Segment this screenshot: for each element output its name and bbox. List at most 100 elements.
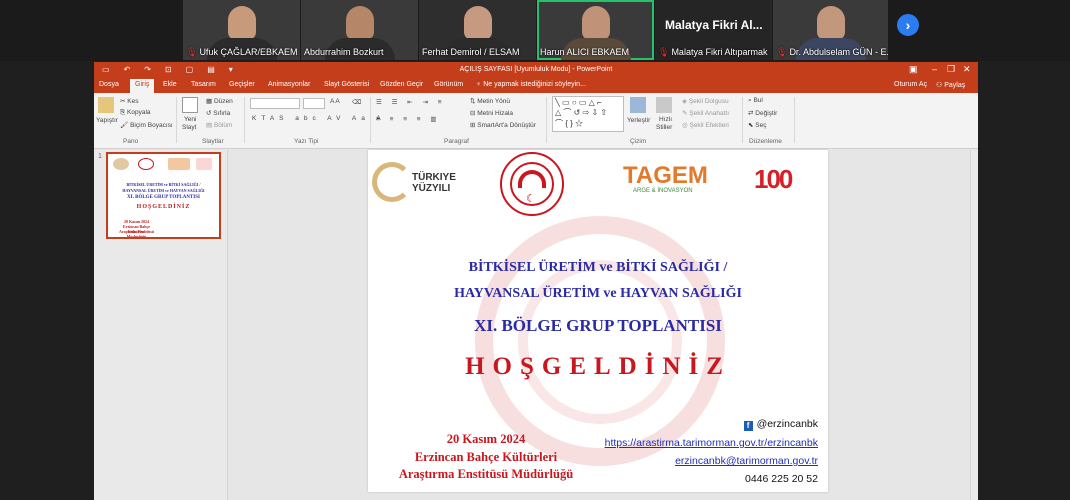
layout-button[interactable]: ▦ Düzen — [206, 97, 233, 105]
shape-fill-button[interactable]: ◈ Şekil Dolgusu — [682, 97, 729, 105]
select-button[interactable]: ⬉ Seç — [748, 121, 766, 129]
person-icon: ⚇ — [936, 82, 945, 89]
welcome-heading: HOŞGELDİNİZ — [465, 353, 731, 380]
tab-dosya[interactable]: Dosya — [99, 81, 119, 88]
share-button[interactable]: ⚇ Paylaş — [936, 81, 965, 89]
quick-styles-button[interactable] — [656, 97, 674, 113]
format-painter-button[interactable]: 🖌 Biçim Boyacısı — [120, 121, 173, 129]
list-icons[interactable]: ☰ ☰ ⇤ ⇥ ≡ — [376, 98, 446, 106]
email-link[interactable]: erzincanbk@tarimorman.gov.tr — [675, 455, 818, 467]
shape-effects-button[interactable]: ◎ Şekil Efektleri — [682, 121, 729, 129]
group-label-duzenleme: Düzenleme — [749, 138, 782, 145]
participant-name: Abdurrahim Bozkurt — [304, 47, 384, 57]
group-label-paragraf: Paragraf — [444, 138, 469, 145]
participant-video — [227, 6, 256, 40]
restore-icon[interactable]: ❐ — [947, 64, 955, 75]
slide-canvas[interactable]: TÜRKIYE YÜZYILI ☾ TAGEM ARGE & İNOVASYON — [368, 150, 828, 492]
tab-slayt-gosterisi[interactable]: Slayt Gösterisi — [324, 81, 369, 88]
clipboard-icon — [98, 97, 114, 113]
layout-icon: ▦ — [206, 98, 214, 105]
logo-icon — [113, 158, 129, 170]
find-button[interactable]: ⌕ Bul — [748, 97, 763, 105]
centennial-logo: 100 — [754, 164, 793, 194]
replace-button[interactable]: ⇄ Değiştir — [748, 109, 777, 117]
thumbnail-number: 1 — [98, 153, 102, 160]
participant-tile[interactable]: Abdurrahim Bozkurt — [301, 0, 418, 60]
shape-outline-button[interactable]: ✎ Şekil Anahattı — [682, 109, 729, 117]
new-slide-button[interactable] — [182, 97, 200, 113]
sign-in-link[interactable]: Oturum Aç — [894, 81, 927, 88]
tab-giris[interactable]: Giriş — [130, 79, 155, 93]
copy-icon: ⎘ — [120, 109, 128, 116]
quick-styles-icon — [656, 97, 672, 113]
date-text: 20 Kasım 2024 — [446, 432, 526, 446]
minimize-icon[interactable]: – — [932, 64, 937, 74]
participant-tile-active-speaker[interactable]: Harun ALICI EBKAEM — [537, 0, 654, 60]
section-button[interactable]: ▤ Bölüm — [206, 121, 232, 129]
smartart-button[interactable]: ⊞ SmartArt'a Dönüştür — [470, 121, 536, 129]
logo-bar: TÜRKIYE YÜZYILI ☾ TAGEM ARGE & İNOVASYON — [368, 150, 828, 216]
tab-animasyonlar[interactable]: Animasyonlar — [268, 81, 310, 88]
tab-ekle[interactable]: Ekle — [163, 81, 177, 88]
participant-tile[interactable]: 🎙 Ufuk ÇAĞLAR/EBKAEM — [183, 0, 300, 60]
tab-gorunum[interactable]: Görünüm — [434, 81, 463, 88]
tab-gozden-gecir[interactable]: Gözden Geçir — [380, 81, 423, 88]
vertical-scrollbar[interactable] — [970, 150, 978, 500]
powerpoint-window: ▭ ↶ ↷ ⊡ ▢ ▤ ▾ AÇILIŞ SAYFASI [Uyumluluk … — [94, 62, 978, 500]
turkiye-yuzyili-logo: TÜRKIYE YÜZYILI — [372, 162, 460, 204]
group-label-cizim: Çizim — [630, 138, 647, 145]
tagem-logo-icon — [168, 158, 190, 170]
font-name-dropdown[interactable] — [250, 98, 300, 109]
copy-button[interactable]: ⎘ Kopyala — [120, 109, 151, 117]
next-participants-button[interactable]: › — [897, 14, 919, 36]
phone-number: 0446 225 20 52 — [745, 473, 818, 485]
ribbon: Yapıştır ✂ Kes ⎘ Kopyala 🖌 Biçim Boyacıs… — [94, 93, 978, 149]
website-link[interactable]: https://arastirma.tarimorman.gov.tr/erzi… — [605, 437, 818, 449]
tab-tasarim[interactable]: Tasarım — [191, 81, 216, 88]
text-direction-button[interactable]: ⇅ Metin Yönü — [470, 97, 510, 105]
institute-line-2: Araştırma Enstitüsü Müdürlüğü — [398, 467, 574, 481]
participant-tile[interactable]: 🎙 Dr. Abdulselam GÜN - E... — [773, 0, 888, 60]
meeting-screen: 🎙 Ufuk ÇAĞLAR/EBKAEM Abdurrahim Bozkurt F… — [0, 0, 1070, 500]
close-icon[interactable]: ✕ — [963, 64, 971, 75]
mic-muted-icon: 🎙 — [658, 46, 670, 57]
cut-button[interactable]: ✂ Kes — [120, 97, 138, 105]
slide-thumbnail[interactable]: BİTKİSEL ÜRETİM ve BİTKİ SAĞLIĞI / HAYVA… — [106, 152, 221, 239]
group-label-yazi-tipi: Yazı Tipi — [294, 138, 319, 145]
font-size-icons[interactable]: A A — [330, 98, 340, 105]
participant-video — [345, 6, 374, 40]
font-format-icons[interactable]: KTAS abc AV Aa A — [252, 115, 386, 122]
mic-muted-icon: 🎙 — [186, 46, 198, 57]
brush-icon: 🖌 — [120, 122, 131, 129]
group-label-slaytlar: Slaytlar — [202, 138, 224, 145]
ribbon-options-icon[interactable]: ▣ — [909, 64, 918, 75]
arrange-icon — [630, 97, 646, 113]
title-line-2: HAYVANSAL ÜRETİM ve HAYVAN SAĞLIĞI — [454, 286, 742, 301]
tab-gecisler[interactable]: Geçişler — [229, 81, 255, 88]
tell-me-box[interactable]: ♀ Ne yapmak istediğinizi söyleyin... — [476, 81, 586, 88]
shapes-gallery[interactable]: ╲ ▭ ○ ▭ △ ⌐ △ ⌒ ↺ ⇨ ⇩ ⇧ ⌒ { } ☆ — [552, 96, 624, 132]
social-handle: f @erzincanbk — [743, 418, 818, 431]
paste-button[interactable] — [98, 97, 116, 113]
participant-video — [463, 6, 492, 40]
centennial-logo-icon — [196, 158, 212, 170]
align-text-button[interactable]: ⊟ Metni Hizala — [470, 109, 513, 117]
paste-label: Yapıştır — [96, 117, 118, 124]
chevron-right-icon: › — [905, 17, 911, 33]
participant-name: Malatya Fikri Altıparmak — [671, 47, 768, 57]
participant-tile[interactable]: Ferhat Demirol / ELSAM — [419, 0, 536, 60]
align-icons[interactable]: ≡ ≡ ≡ ≡ ▥ — [376, 115, 441, 123]
ribbon-tabs: Dosya Giriş Ekle Tasarım Geçişler Animas… — [94, 78, 978, 93]
reset-button[interactable]: ↺ Sıfırla — [206, 109, 230, 117]
slide-thumbnail-pane: 1 BİTKİSEL ÜRETİM ve BİTKİ SAĞLIĞI / HAY… — [94, 150, 228, 500]
group-label-pano: Pano — [123, 138, 139, 145]
participant-name: Harun ALICI EBKAEM — [540, 47, 630, 57]
participant-tile[interactable]: Malatya Fikri Al... 🎙 Malatya Fikri Altıp… — [655, 0, 772, 60]
title-bar: ▭ ↶ ↷ ⊡ ▢ ▤ ▾ AÇILIŞ SAYFASI [Uyumluluk … — [94, 62, 978, 78]
arrange-button[interactable] — [630, 97, 648, 113]
font-size-dropdown[interactable] — [303, 98, 325, 109]
institute-line-1: Erzincan Bahçe Kültürleri — [414, 450, 558, 464]
participant-name: Dr. Abdulselam GÜN - E... — [789, 47, 888, 57]
participant-video — [581, 6, 610, 40]
clear-format-icon[interactable]: ⌫ — [352, 98, 361, 106]
